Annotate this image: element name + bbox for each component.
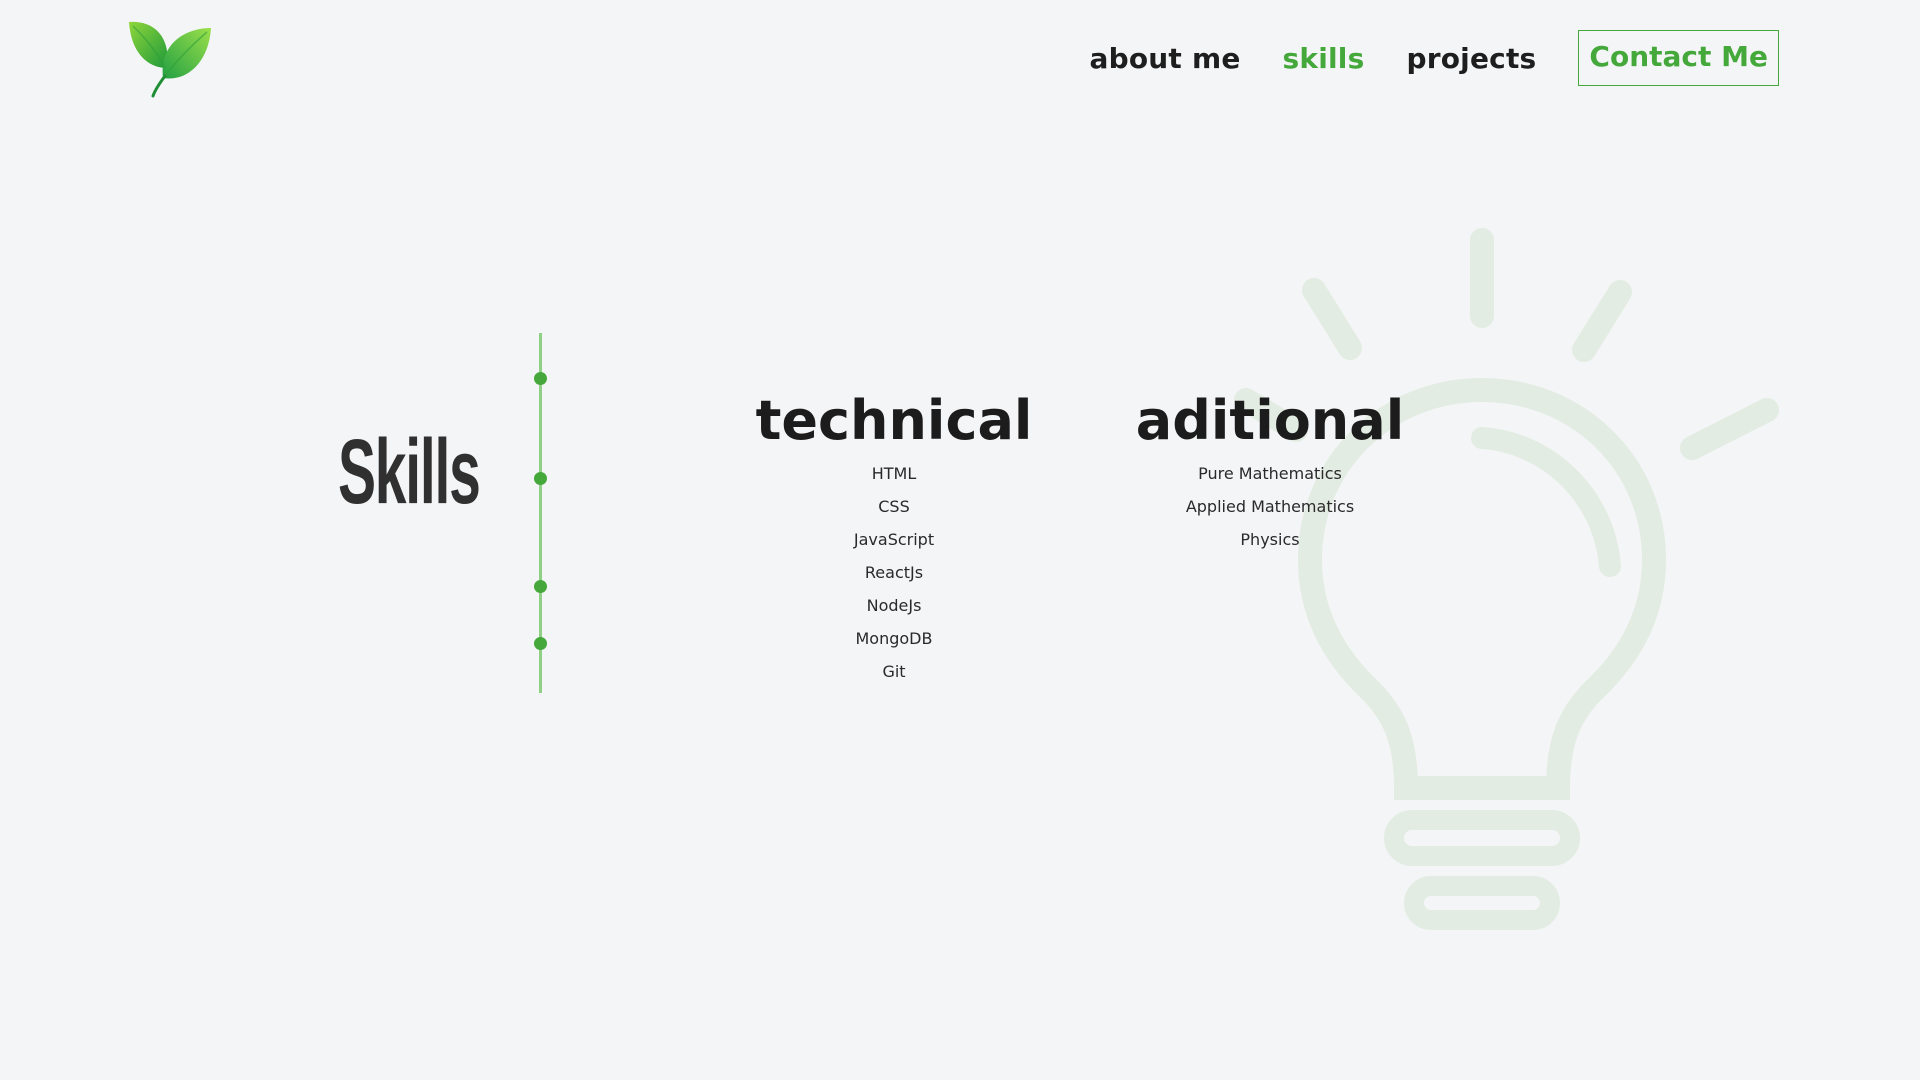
lightbulb-icon xyxy=(1180,220,1780,940)
nav-about-me[interactable]: about me xyxy=(1090,42,1241,75)
list-item: Git xyxy=(882,662,906,681)
timeline-dot xyxy=(534,637,547,650)
list-item: Pure Mathematics xyxy=(1198,464,1342,483)
list-item: HTML xyxy=(871,464,917,483)
list-item: CSS xyxy=(878,497,910,516)
technical-skills-list: HTML CSS JavaScript ReactJs NodeJs Mongo… xyxy=(714,457,1074,688)
leaf-logo-icon[interactable] xyxy=(125,16,215,100)
list-item: MongoDB xyxy=(855,629,933,648)
timeline-dot xyxy=(534,580,547,593)
nav-skills[interactable]: skills xyxy=(1283,42,1365,75)
contact-me-button[interactable]: Contact Me xyxy=(1578,30,1779,86)
list-item: ReactJs xyxy=(864,563,924,582)
timeline-dot xyxy=(534,472,547,485)
additional-skills-list: Pure Mathematics Applied Mathematics Phy… xyxy=(1090,457,1450,556)
section-title: Skills xyxy=(338,421,481,523)
list-item: Applied Mathematics xyxy=(1185,497,1355,516)
list-item: Physics xyxy=(1240,530,1300,549)
additional-heading: aditional xyxy=(1135,389,1405,452)
list-item: NodeJs xyxy=(866,596,922,615)
timeline-dot xyxy=(534,372,547,385)
nav-projects[interactable]: projects xyxy=(1406,42,1536,75)
list-item: JavaScript xyxy=(853,530,935,549)
technical-heading: technical xyxy=(755,389,1033,452)
main-nav: about me skills projects Contact Me xyxy=(1090,30,1779,86)
additional-skills-column: aditional Pure Mathematics Applied Mathe… xyxy=(1090,385,1450,556)
technical-skills-column: technical HTML CSS JavaScript ReactJs No… xyxy=(714,385,1074,688)
